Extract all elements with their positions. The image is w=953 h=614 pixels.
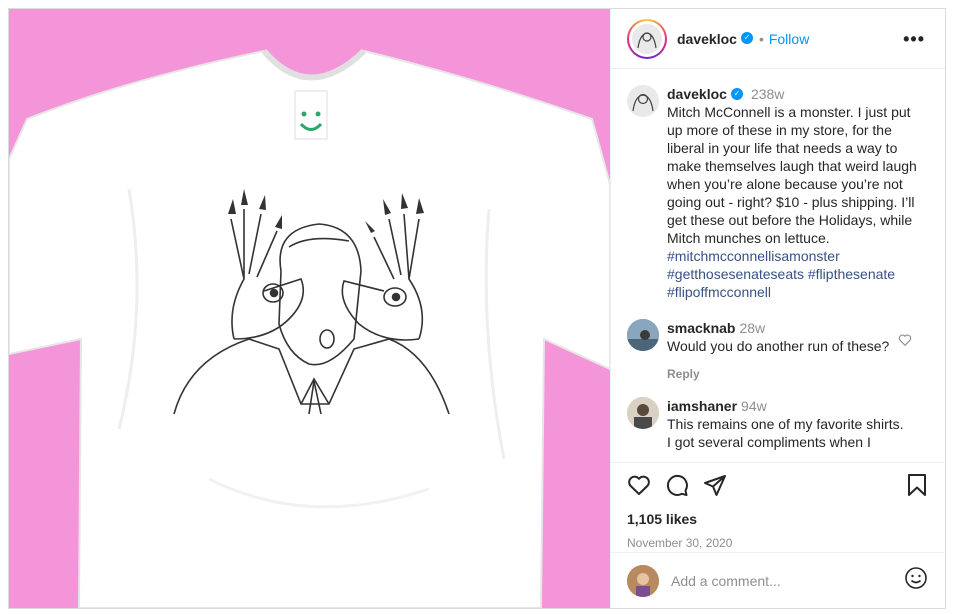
author-username[interactable]: davekloc [677,31,737,47]
caption-avatar-image [632,93,654,112]
comment-username[interactable]: iamshaner [667,398,737,414]
follow-button[interactable]: Follow [769,31,809,47]
comment-time[interactable]: 94w [741,398,767,414]
separator-dot: • [758,30,764,47]
comment-input[interactable] [671,572,904,589]
caption-text: Mitch McConnell is a monster. I just put… [667,104,917,246]
post-date[interactable]: November 30, 2020 [627,536,928,550]
more-options-icon[interactable]: ••• [903,29,925,50]
comment-text-overflow: I got several compliments when I [667,434,871,450]
post-header: davekloc ✓ • Follow ••• [611,9,945,69]
post-actions: 1,105 likes November 30, 2020 [611,462,944,550]
verified-badge-icon: ✓ [740,31,753,44]
bookmark-icon[interactable] [906,473,928,497]
comment-text: Would you do another run of these? [667,338,890,354]
commenter-avatar[interactable] [627,319,659,351]
tshirt-illustration [9,9,610,608]
commenter-avatar-image [627,397,659,429]
comment-icon[interactable] [665,473,689,497]
post-image[interactable] [9,9,610,608]
emoji-icon[interactable] [904,566,928,595]
hashtag-link[interactable]: #getthosesenateseats #flipthesenate [667,265,928,283]
caption-avatar[interactable] [627,85,659,117]
share-icon[interactable] [703,473,727,497]
comment-item: smacknab 28w Would you do another run of … [627,319,928,383]
commenter-avatar-image [627,319,659,351]
current-user-avatar[interactable] [627,564,659,597]
comments-list[interactable]: davekloc ✓ 238w Mitch McConnell is a monst… [611,69,944,463]
verified-badge-icon: ✓ [730,88,743,101]
post-sidebar: davekloc ✓ • Follow ••• davekloc✓238w [610,9,945,608]
author-avatar-image [632,23,662,54]
caption-item: davekloc ✓ 238w Mitch McConnell is a monst… [627,85,928,301]
caption-time[interactable]: 238w [751,86,784,102]
hashtag-link[interactable]: #mitchmcconnellisamonster [667,247,928,265]
author-avatar[interactable] [627,18,667,59]
post-container: davekloc ✓ • Follow ••• davekloc✓238w [8,8,946,609]
comment-username[interactable]: smacknab [667,320,735,336]
caption-username[interactable]: davekloc [667,86,727,102]
commenter-avatar[interactable] [627,397,659,429]
comment-composer [611,552,944,608]
comment-time[interactable]: 28w [739,320,765,336]
likes-count[interactable]: 1,105 likes [627,511,928,527]
current-user-avatar-image [627,564,659,597]
heart-icon[interactable] [627,473,651,497]
hashtag-link[interactable]: #flipoffmcconnell [667,283,928,301]
like-comment-heart-icon[interactable] [898,333,912,352]
reply-button[interactable]: Reply [667,365,928,383]
comment-item: iamshaner 94w This remains one of my favo… [627,397,928,451]
comment-text: This remains one of my favorite shirts. [667,416,904,432]
